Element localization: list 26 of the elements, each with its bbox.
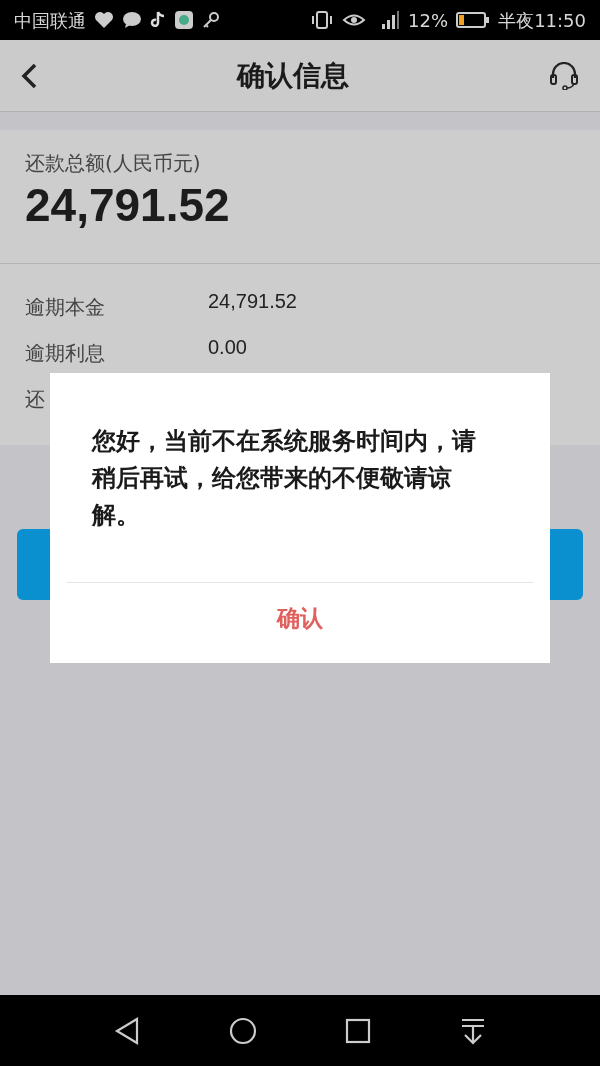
total-label: 还款总额(人民币元) <box>25 150 202 177</box>
back-nav-icon[interactable] <box>114 1016 141 1045</box>
detail-label: 还 <box>25 386 46 414</box>
detail-value: 0.00 <box>208 335 247 361</box>
page-title: 确认信息 <box>237 57 349 94</box>
dialog-message: 您好，当前不在系统服务时间内，请稍后再试，给您带来的不便敬请谅解。 <box>92 426 477 531</box>
back-icon[interactable] <box>20 61 38 90</box>
heart-icon <box>94 11 114 29</box>
detail-label: 逾期利息 <box>25 340 106 368</box>
battery-icon <box>456 11 491 29</box>
music-note-icon <box>150 11 166 29</box>
chat-icon <box>122 11 142 29</box>
total-amount: 24,791.52 <box>25 178 231 233</box>
confirm-button[interactable]: 确认 <box>257 593 343 644</box>
app-icon <box>174 10 194 30</box>
home-icon[interactable] <box>228 1016 257 1045</box>
key-icon <box>202 11 220 29</box>
carrier-name: 中国联通 <box>14 8 86 33</box>
recents-icon[interactable] <box>345 1017 372 1044</box>
detail-label: 逾期本金 <box>25 294 106 322</box>
notification-pull-icon[interactable] <box>459 1016 486 1045</box>
detail-value: 24,791.52 <box>208 289 297 315</box>
clock-time: 半夜11:50 <box>498 8 586 33</box>
battery-percentage: 12% <box>408 8 449 33</box>
vibrate-icon <box>310 10 335 30</box>
headset-icon[interactable] <box>548 61 580 90</box>
